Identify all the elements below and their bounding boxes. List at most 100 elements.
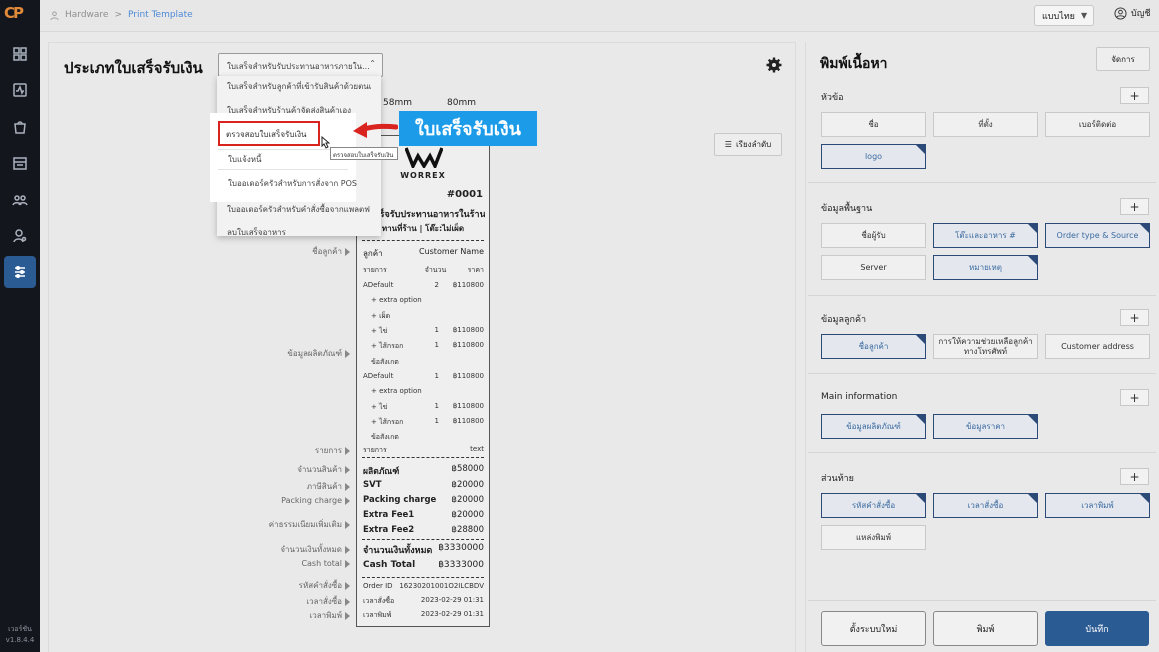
section-title-main: Main information [821, 392, 898, 402]
chip-product-info[interactable]: ข้อมูลผลิตภัณฑ์ [821, 414, 926, 439]
add-main-button[interactable]: + [1120, 389, 1149, 406]
item-line: + extra option [363, 387, 484, 395]
chip-phone[interactable]: เบอร์ติดต่อ [1045, 112, 1150, 137]
item-name: + extra option [371, 296, 422, 304]
chevron-down-icon: ▼ [1080, 11, 1088, 20]
item-qty: 1 [434, 402, 439, 410]
nav-settings-sliders-icon[interactable] [4, 256, 36, 288]
side-label-text: ค่าธรรมเนียมเพิ่มเติม [268, 520, 342, 529]
chip-address[interactable]: ที่ตั้ง [933, 112, 1038, 137]
customer-row: ลูกค้า Customer Name [363, 247, 484, 260]
chip-customer-address[interactable]: Customer address [1045, 334, 1150, 359]
save-button[interactable]: บันทึก [1045, 611, 1149, 646]
dropdown-item[interactable]: ลบใบเสร็จอาหาร [227, 226, 286, 236]
cash-total-row: Cash Total ฿3333000 [363, 560, 484, 570]
account-menu[interactable]: บัญชี [1114, 6, 1151, 20]
chip-recipient[interactable]: ชื่อผู้รับ [821, 223, 926, 248]
chip-customer-name[interactable]: ชื่อลูกค้า [821, 334, 926, 359]
side-label-items[interactable]: รายการ [315, 444, 350, 457]
language-select[interactable]: แบบไทย ▼ [1034, 5, 1094, 26]
nav-user-settings-icon[interactable] [4, 220, 36, 252]
divider [808, 182, 1156, 183]
nav-activity-icon[interactable] [4, 74, 36, 106]
add-header-button[interactable]: + [1120, 87, 1149, 104]
divider [362, 457, 484, 458]
chip-table-food[interactable]: โต๊ะและอาหาร # [933, 223, 1038, 248]
brand-logo-icon [405, 147, 443, 168]
side-label-grand-total[interactable]: จำนวนเงินทั้งหมด [280, 543, 350, 556]
item-name: ADefault [363, 372, 394, 380]
dropdown-item[interactable]: ใบออเดอร์ครัวสำหรับคำสั่งซื้อจากแพลตฟ [227, 203, 370, 216]
item-name: + เผ็ด [371, 312, 391, 320]
nav-store-icon[interactable] [4, 147, 36, 179]
add-footer-button[interactable]: + [1120, 468, 1149, 485]
breadcrumb-root[interactable]: Hardware [65, 10, 108, 20]
side-label-order-id[interactable]: รหัสคำสั่งซื้อ [299, 579, 350, 592]
dropdown-item[interactable]: ใบออเดอร์ครัวสำหรับการสั่งจาก POS [228, 177, 357, 190]
dropdown-item[interactable]: ใบแจ้งหนี้ [228, 153, 261, 166]
chip-print-time[interactable]: เวลาพิมพ์ [1045, 493, 1150, 518]
dropdown-item-selected[interactable]: ตรวจสอบใบเสร็จรับเงิน [218, 121, 320, 146]
total-row: Extra Fee1 ฿20000 [363, 510, 484, 520]
item-name: ข้อสังเกต [371, 433, 399, 441]
side-label-product-info[interactable]: ข้อมูลผลิตภัณฑ์ [287, 347, 350, 360]
reset-button[interactable]: ตั้งระบบใหม่ [821, 611, 926, 646]
item-price [448, 432, 484, 443]
triangle-right-icon [345, 247, 350, 256]
add-basic-button[interactable]: + [1120, 198, 1149, 215]
chevron-up-icon: ⌃ [369, 59, 376, 68]
nav-dashboard-icon[interactable] [4, 38, 36, 70]
section-title-header: หัวข้อ [821, 93, 844, 103]
item-line: ข้อสังเกต [363, 357, 484, 368]
side-label-tax[interactable]: ภาษีสินค้า [307, 480, 350, 493]
width-80mm-option[interactable]: 80mm [447, 98, 476, 108]
side-label-order-time[interactable]: เวลาสั่งซื้อ [306, 595, 350, 608]
triangle-right-icon [345, 545, 350, 554]
add-customer-button[interactable]: + [1120, 309, 1149, 326]
item-name: ADefault [363, 281, 394, 289]
print-button[interactable]: พิมพ์ [933, 611, 1038, 646]
receipt-type-value: ใบเสร็จสำหรับรับประทานอาหารภายใน... [227, 62, 370, 71]
nav-users-icon[interactable] [4, 184, 36, 216]
item-name: + ไข่ [371, 327, 388, 335]
dropdown-item[interactable]: ใบเสร็จสำหรับลูกค้าที่เข้ารับสินค้าด้วยต… [227, 80, 372, 93]
side-label-text: ข้อมูลผลิตภัณฑ์ [287, 349, 342, 358]
chip-name[interactable]: ชื่อ [821, 112, 926, 137]
gear-icon[interactable] [766, 57, 782, 73]
chip-customer-support[interactable]: การให้ความช่วยเหลือลูกค้าทางโทรศัพท์ [933, 334, 1038, 359]
item-name: ข้อสังเกต [371, 358, 399, 366]
order-number: #0001 [446, 189, 483, 200]
chip-note[interactable]: หมายเหตุ [933, 255, 1038, 280]
nav-bag-icon[interactable] [4, 111, 36, 143]
item-price: ฿110800 [452, 326, 484, 334]
chip-price-info[interactable]: ข้อมูลราคา [933, 414, 1038, 439]
sort-button[interactable]: ☰ เรียงลำดับ [714, 133, 782, 156]
item-price: ฿110800 [452, 402, 484, 410]
col-item: รายการ [363, 266, 387, 274]
breadcrumb: Hardware > Print Template [50, 10, 193, 20]
grand-total-row: จำนวนเงินทั้งหมด ฿3330000 [363, 543, 484, 557]
chip-server[interactable]: Server [821, 255, 926, 280]
side-label-print-time[interactable]: เวลาพิมพ์ [310, 609, 350, 622]
chip-order-time[interactable]: เวลาสั่งซื้อ [933, 493, 1038, 518]
width-58mm-option[interactable]: 58mm [383, 98, 412, 108]
side-label-quantity[interactable]: จำนวนสินค้า [297, 463, 350, 476]
chip-order-type[interactable]: Order type & Source [1045, 223, 1150, 248]
side-label-customer-name[interactable]: ชื่อลูกค้า [312, 245, 350, 258]
side-label-cash-total[interactable]: Cash total [301, 559, 350, 568]
manage-button[interactable]: จัดการ [1096, 47, 1150, 71]
divider [362, 539, 484, 540]
side-label-packing[interactable]: Packing charge [281, 496, 350, 505]
version-info: เวอร์ชัน v1.8.4.4 [0, 624, 40, 646]
side-label-extra-fee[interactable]: ค่าธรรมเนียมเพิ่มเติม [269, 518, 350, 531]
chip-order-id[interactable]: รหัสคำสั่งซื้อ [821, 493, 926, 518]
item-line: ADefault 2 ฿110800 [363, 281, 484, 289]
chip-logo[interactable]: logo [821, 144, 926, 169]
item-name: + extra option [371, 387, 422, 395]
item-qty [435, 296, 445, 304]
item-price: ฿110800 [452, 372, 484, 380]
side-label-text: จำนวนเงินทั้งหมด [280, 545, 342, 554]
chip-print-source[interactable]: แหล่งพิมพ์ [821, 525, 926, 550]
receipt-type-select[interactable]: ใบเสร็จสำหรับรับประทานอาหารภายใน... ⌃ [218, 53, 383, 77]
total-label: Extra Fee2 [363, 525, 415, 535]
